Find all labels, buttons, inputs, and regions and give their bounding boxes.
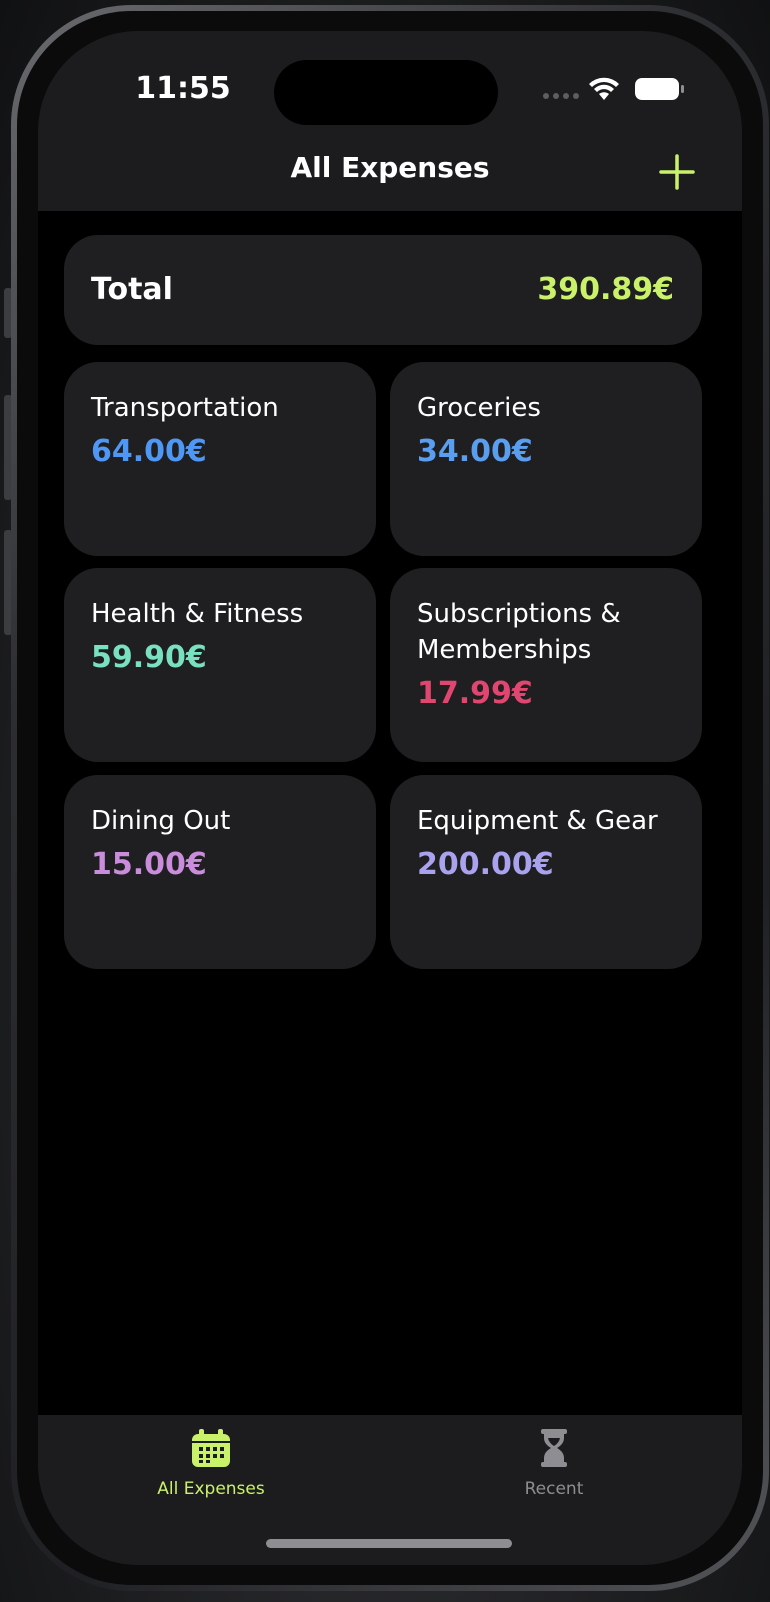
category-card[interactable]: Health & Fitness 59.90€ bbox=[64, 568, 376, 762]
calendar-icon bbox=[192, 1429, 230, 1467]
hourglass-icon bbox=[541, 1429, 567, 1467]
home-indicator bbox=[266, 1539, 512, 1548]
category-label: Equipment & Gear bbox=[417, 806, 658, 836]
category-name: Subscriptions & Memberships 17.99€ bbox=[417, 596, 687, 712]
category-name: Health & Fitness 59.90€ bbox=[91, 596, 361, 676]
category-amount: 17.99€ bbox=[417, 676, 533, 711]
category-card[interactable]: Equipment & Gear 200.00€ bbox=[390, 775, 702, 969]
category-amount: 200.00€ bbox=[417, 847, 554, 882]
total-value: 390.89€ bbox=[537, 272, 674, 307]
category-amount: 64.00€ bbox=[91, 434, 207, 469]
category-card[interactable]: Dining Out 15.00€ bbox=[64, 775, 376, 969]
category-name: Groceries 34.00€ bbox=[417, 390, 687, 470]
tab-all-expenses[interactable]: All Expenses bbox=[121, 1427, 301, 1499]
plus-icon[interactable] bbox=[658, 153, 696, 191]
wifi-icon bbox=[589, 77, 619, 100]
category-name: Equipment & Gear 200.00€ bbox=[417, 803, 687, 883]
tab-label: Recent bbox=[524, 1479, 584, 1499]
category-card[interactable]: Subscriptions & Memberships 17.99€ bbox=[390, 568, 702, 762]
category-label: Transportation bbox=[91, 393, 279, 423]
category-amount: 15.00€ bbox=[91, 847, 207, 882]
page-title: All Expenses bbox=[290, 151, 490, 184]
category-label: Dining Out bbox=[91, 806, 231, 836]
tab-recent[interactable]: Recent bbox=[464, 1427, 644, 1499]
category-label: Health & Fitness bbox=[91, 599, 304, 629]
status-time: 11:55 bbox=[135, 71, 231, 106]
category-label: Subscriptions & Memberships bbox=[417, 599, 621, 665]
category-name: Transportation 64.00€ bbox=[91, 390, 361, 470]
category-card[interactable]: Transportation 64.00€ bbox=[64, 362, 376, 556]
navigation-bar: 11:55 All Expenses bbox=[38, 31, 742, 211]
signal-icon bbox=[543, 93, 579, 99]
total-label: Total bbox=[91, 272, 173, 307]
category-amount: 59.90€ bbox=[91, 640, 207, 675]
category-name: Dining Out 15.00€ bbox=[91, 803, 361, 883]
tab-label: All Expenses bbox=[157, 1479, 265, 1499]
category-amount: 34.00€ bbox=[417, 434, 533, 469]
category-label: Groceries bbox=[417, 393, 541, 423]
dynamic-island bbox=[274, 60, 498, 125]
battery-icon bbox=[635, 78, 684, 100]
app-screen: 11:55 All Expenses Total 390.89€ Transpo… bbox=[38, 31, 742, 1565]
category-card[interactable]: Groceries 34.00€ bbox=[390, 362, 702, 556]
total-card: Total 390.89€ bbox=[64, 235, 702, 345]
